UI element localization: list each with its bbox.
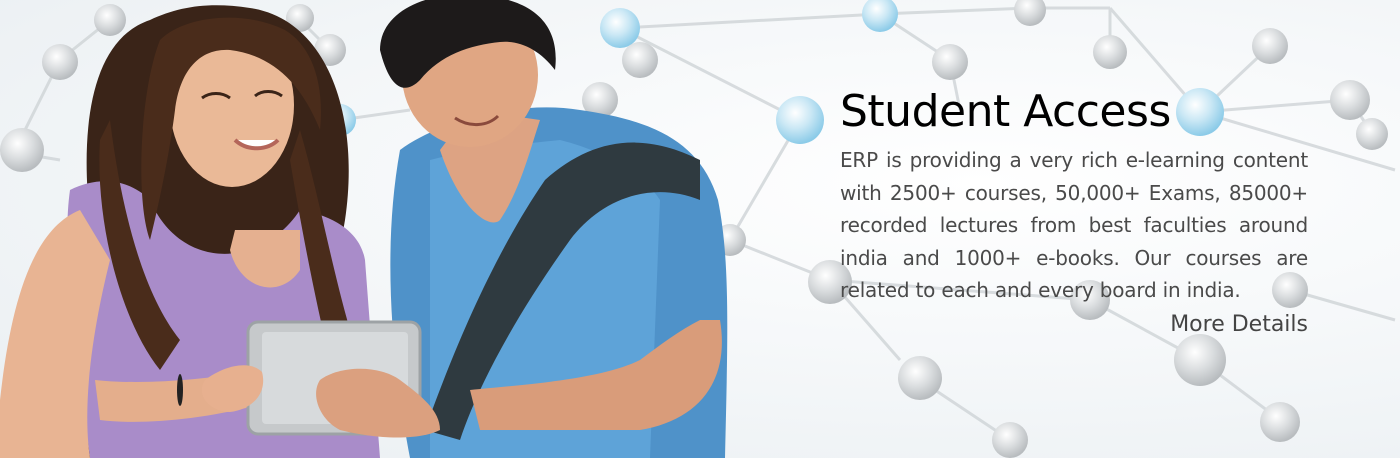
description-text: ERP is providing a very rich e-learning … <box>840 148 1308 302</box>
hero-banner: Student Access ERP is providing a very r… <box>0 0 1400 458</box>
student-access-panel: Student Access ERP is providing a very r… <box>840 82 1308 341</box>
more-details-link[interactable]: More Details <box>840 309 1308 341</box>
page-title: Student Access <box>840 86 1171 137</box>
students-photo <box>0 0 728 458</box>
